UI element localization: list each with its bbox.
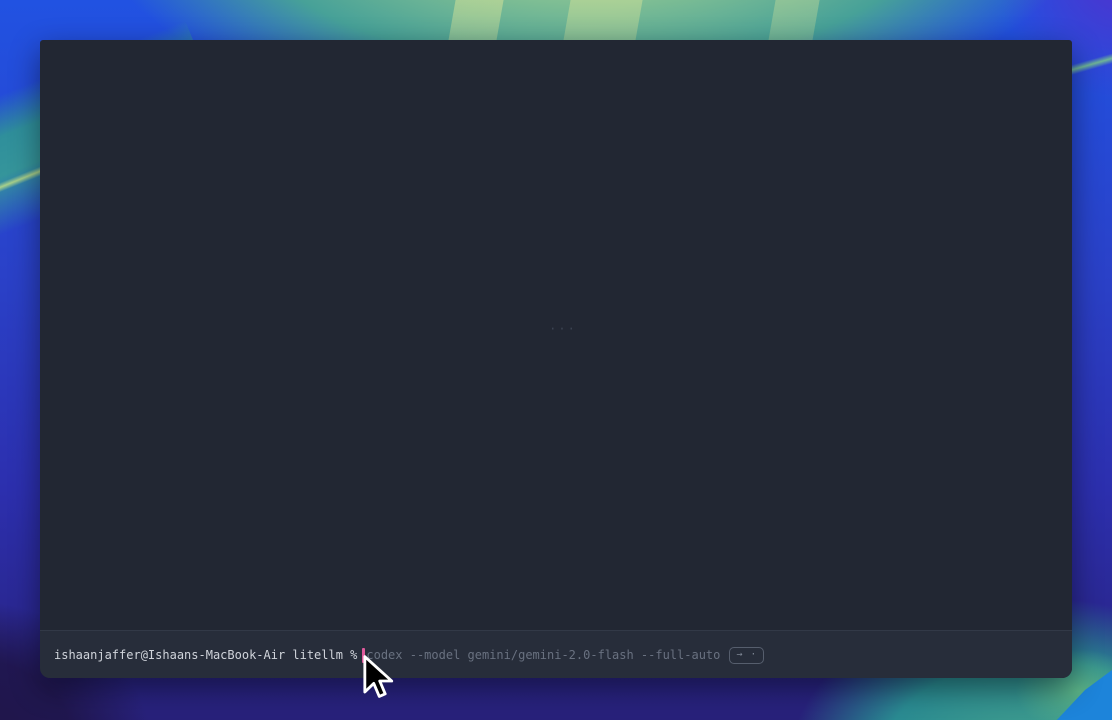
prompt-symbol: % bbox=[350, 647, 357, 663]
loading-ellipsis: ··· bbox=[543, 322, 583, 336]
prompt-directory: litellm bbox=[292, 647, 343, 663]
prompt-band[interactable]: ishaanjaffer@Ishaans-MacBook-Air litellm… bbox=[40, 631, 1072, 678]
autosuggestion-text: codex --model gemini/gemini-2.0-flash --… bbox=[366, 647, 720, 663]
terminal-body[interactable]: ··· bbox=[40, 40, 1072, 630]
arrow-pointer-icon bbox=[362, 654, 396, 706]
accept-suggestion-hint-badge: → · bbox=[729, 647, 764, 664]
prompt-user-host: ishaanjaffer@Ishaans-MacBook-Air bbox=[54, 647, 285, 663]
terminal-window[interactable]: ··· ishaanjaffer@Ishaans-MacBook-Air lit… bbox=[40, 40, 1072, 678]
command-prompt-line[interactable]: ishaanjaffer@Ishaans-MacBook-Air litellm… bbox=[54, 646, 764, 664]
